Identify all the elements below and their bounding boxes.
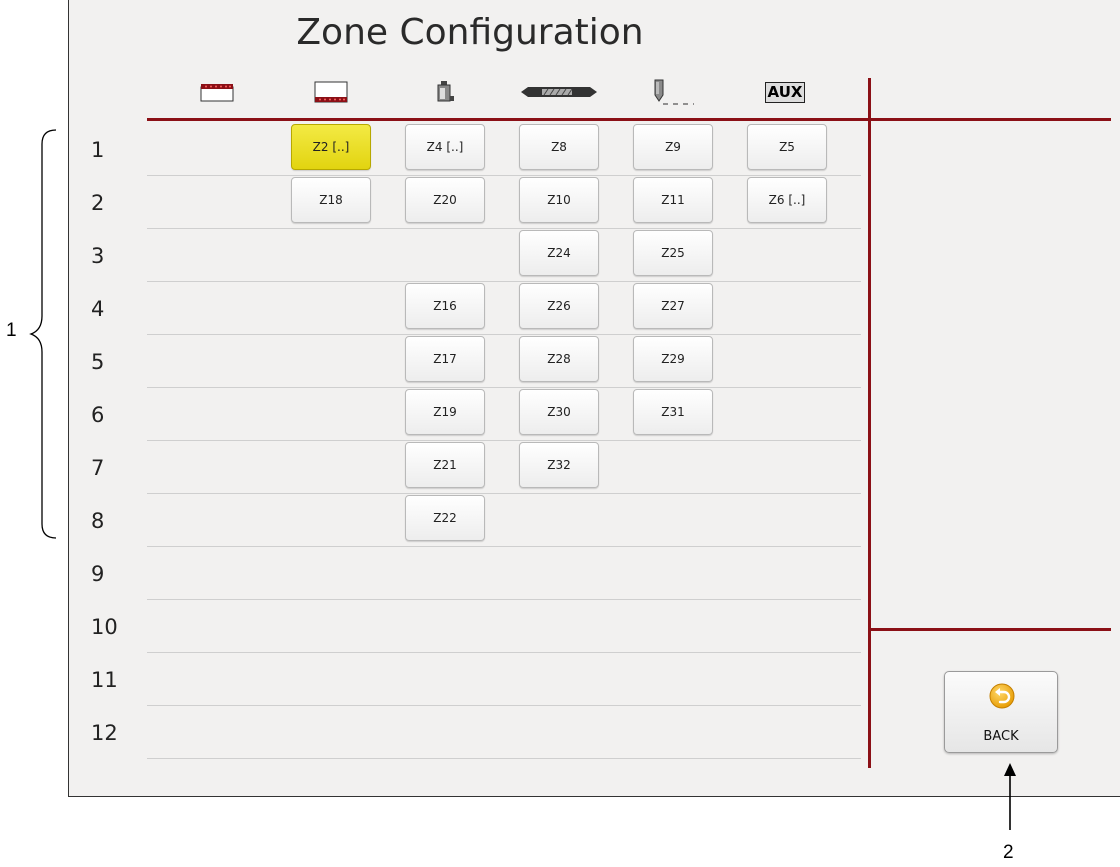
zone-button[interactable]: Z6 [..]: [747, 177, 827, 223]
row-label: 12: [91, 721, 118, 745]
row-label: 2: [91, 191, 105, 215]
row-separator: [147, 546, 861, 547]
column-divider: [868, 78, 871, 768]
zone-button[interactable]: Z30: [519, 389, 599, 435]
right-panel-divider: [868, 628, 1111, 631]
zone-button[interactable]: Z22: [405, 495, 485, 541]
hot-runner-top-icon: [197, 80, 237, 104]
aux-label: AUX: [764, 81, 806, 103]
row-separator: [147, 493, 861, 494]
zone-button[interactable]: Z19: [405, 389, 485, 435]
row-separator: [147, 387, 861, 388]
zone-button[interactable]: Z20: [405, 177, 485, 223]
zone-button[interactable]: Z9: [633, 124, 713, 170]
header-divider: [147, 118, 1111, 121]
row-label: 11: [91, 668, 118, 692]
zone-button[interactable]: Z29: [633, 336, 713, 382]
row-separator: [147, 599, 861, 600]
row-label: 7: [91, 456, 105, 480]
row-separator: [147, 705, 861, 706]
zone-button[interactable]: Z16: [405, 283, 485, 329]
row-label: 4: [91, 297, 105, 321]
row-label: 6: [91, 403, 105, 427]
brace-annotation: [29, 129, 57, 539]
zone-button[interactable]: Z32: [519, 442, 599, 488]
zone-configuration-screen: Zone Configuration AUX 1 2 3 4 5 6 7 8 9 10 1: [68, 0, 1120, 797]
row-separator: [147, 440, 861, 441]
arrow-annotation: [1004, 763, 1016, 830]
annotation-label-2: 2: [1003, 842, 1014, 863]
zone-button[interactable]: Z8: [519, 124, 599, 170]
row-separator: [147, 334, 861, 335]
manifold-cartridge-icon: [519, 80, 599, 104]
zone-button[interactable]: Z25: [633, 230, 713, 276]
zone-button[interactable]: Z10: [519, 177, 599, 223]
zone-button[interactable]: Z24: [519, 230, 599, 276]
row-separator: [147, 175, 861, 176]
back-button[interactable]: BACK: [944, 671, 1058, 753]
nozzle-body-icon: [425, 80, 465, 104]
row-label: 3: [91, 244, 105, 268]
page-title: Zone Configuration: [296, 12, 644, 53]
row-label: 9: [91, 562, 105, 586]
row-label: 1: [91, 138, 105, 162]
zone-button[interactable]: Z21: [405, 442, 485, 488]
zone-button[interactable]: Z27: [633, 283, 713, 329]
zone-button[interactable]: Z17: [405, 336, 485, 382]
back-arrow-icon: [989, 683, 1015, 709]
row-label: 10: [91, 615, 118, 639]
row-separator: [147, 281, 861, 282]
zone-button[interactable]: Z2 [..]: [291, 124, 371, 170]
annotation-label-1: 1: [6, 320, 17, 341]
row-separator: [147, 228, 861, 229]
zone-button[interactable]: Z4 [..]: [405, 124, 485, 170]
zone-button[interactable]: Z26: [519, 283, 599, 329]
row-separator: [147, 758, 861, 759]
nozzle-tip-icon: [647, 79, 697, 105]
aux-icon: AUX: [757, 80, 813, 104]
row-label: 5: [91, 350, 105, 374]
zone-button[interactable]: Z18: [291, 177, 371, 223]
row-separator: [147, 652, 861, 653]
hot-runner-bottom-icon: [311, 80, 351, 104]
zone-button[interactable]: Z5: [747, 124, 827, 170]
zone-button[interactable]: Z31: [633, 389, 713, 435]
zone-button[interactable]: Z28: [519, 336, 599, 382]
back-button-label: BACK: [983, 729, 1019, 744]
zone-button[interactable]: Z11: [633, 177, 713, 223]
row-label: 8: [91, 509, 105, 533]
